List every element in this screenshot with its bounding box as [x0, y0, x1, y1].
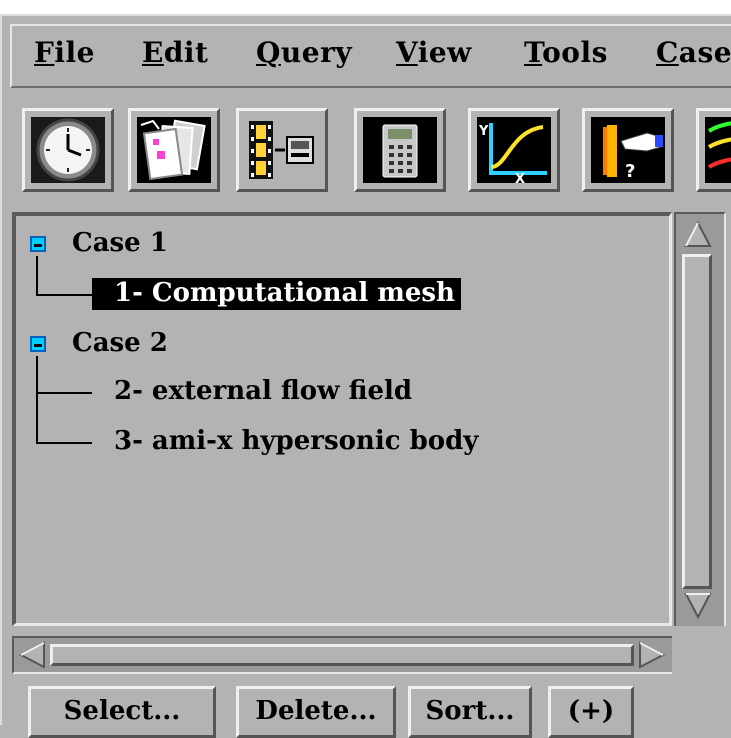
case-tree[interactable]: Case 1 1- Computational mesh Case 2 2- e… — [12, 212, 672, 626]
expand-button[interactable]: (+) — [548, 686, 634, 738]
select-button[interactable]: Select... — [28, 686, 216, 738]
clock-button[interactable] — [22, 108, 114, 192]
filmstrip-button[interactable] — [236, 108, 328, 192]
collapse-case2-icon[interactable] — [30, 336, 46, 352]
filmstrip-icon — [245, 117, 319, 183]
curves-icon — [705, 117, 731, 183]
collapse-case1-icon[interactable] — [30, 236, 46, 252]
papers-icon — [137, 117, 211, 183]
sort-button[interactable]: Sort... — [408, 686, 532, 738]
tree-node-case1[interactable]: Case 1 — [72, 228, 168, 258]
vertical-scrollbar[interactable] — [674, 212, 726, 626]
xy-plot-icon: Y X — [477, 117, 551, 183]
menu-case[interactable]: Case — [656, 36, 731, 69]
menu-query[interactable]: Query — [256, 36, 352, 69]
horizontal-scrollbar[interactable] — [12, 636, 672, 674]
query-hand-button[interactable]: ? — [582, 108, 674, 192]
svg-text:Y: Y — [478, 124, 489, 139]
menu-bar: File Edit Query View Tools Case — [10, 24, 731, 88]
tree-connector — [36, 256, 38, 294]
horizontal-scroll-thumb[interactable] — [50, 644, 634, 666]
clock-icon — [31, 117, 105, 183]
tree-connector — [36, 356, 38, 444]
menu-file[interactable]: File — [34, 36, 95, 69]
tree-node-case2[interactable]: Case 2 — [72, 328, 168, 358]
app-window: File Edit Query View Tools Case Y X ? Ca… — [0, 14, 731, 738]
tree-node-external-flow-field[interactable]: 2- external flow field — [114, 376, 412, 406]
tree-node-ami-x-hypersonic-body[interactable]: 3- ami-x hypersonic body — [114, 426, 478, 456]
tree-connector — [36, 294, 92, 296]
tree-node-computational-mesh[interactable]: 1- Computational mesh — [92, 278, 461, 310]
title-strip — [0, 0, 731, 14]
calculator-icon — [363, 117, 437, 183]
menu-tools[interactable]: Tools — [524, 36, 608, 69]
scroll-up-arrow-icon[interactable] — [684, 220, 712, 248]
toolbar: Y X ? — [10, 96, 731, 206]
svg-text:?: ? — [625, 161, 635, 182]
tree-connector — [36, 442, 92, 444]
curves-button[interactable] — [696, 108, 731, 192]
vertical-scroll-thumb[interactable] — [682, 254, 712, 589]
menu-view[interactable]: View — [396, 36, 472, 69]
scroll-right-arrow-icon[interactable] — [638, 641, 666, 669]
scroll-down-arrow-icon[interactable] — [684, 592, 712, 620]
xy-plot-button[interactable]: Y X — [468, 108, 560, 192]
query-hand-icon: ? — [591, 117, 665, 183]
delete-button[interactable]: Delete... — [236, 686, 396, 738]
calculator-button[interactable] — [354, 108, 446, 192]
tree-connector — [36, 392, 92, 394]
scroll-left-arrow-icon[interactable] — [18, 641, 46, 669]
menu-edit[interactable]: Edit — [142, 36, 209, 69]
svg-text:X: X — [515, 172, 525, 183]
papers-button[interactable] — [128, 108, 220, 192]
